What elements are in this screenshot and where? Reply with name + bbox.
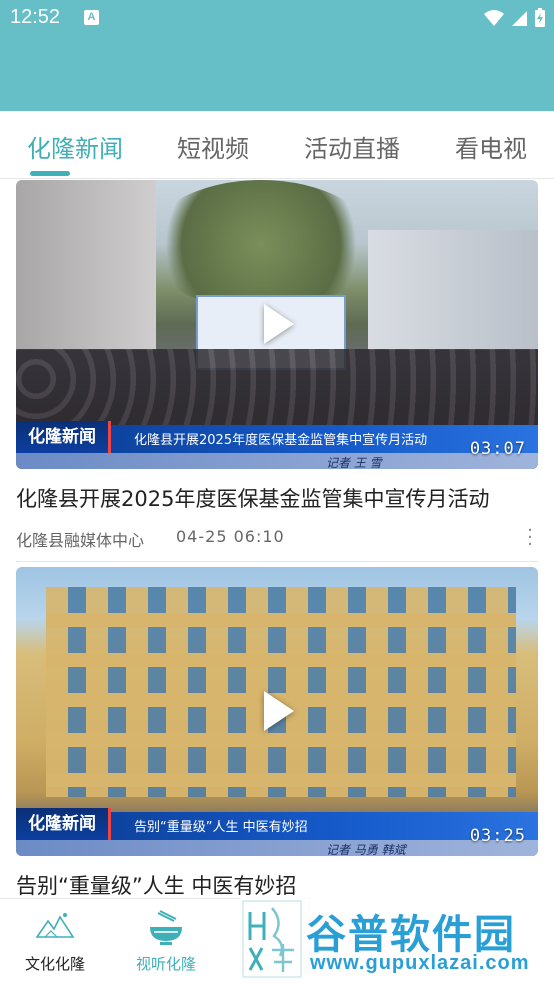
video-card[interactable]: 化隆新闻 化隆县开展2025年度医保基金监管集中宣传月活动 记者 王 雪 03:… bbox=[16, 180, 538, 562]
notification-icon: A bbox=[84, 10, 99, 25]
mountain-icon bbox=[35, 913, 75, 938]
more-options-icon[interactable]: · · · bbox=[524, 522, 536, 554]
bowl-icon bbox=[150, 910, 182, 945]
video-title[interactable]: 告别“重量级”人生 中医有妙招 bbox=[16, 870, 538, 897]
play-icon[interactable] bbox=[264, 691, 294, 731]
news-lower-third: 化隆新闻 告别“重量级”人生 中医有妙招 记者 马勇 韩斌 bbox=[16, 808, 538, 856]
tab-short-video[interactable]: 短视频 bbox=[177, 129, 249, 164]
video-title[interactable]: 化隆县开展2025年度医保基金监管集中宣传月活动 bbox=[16, 483, 538, 513]
status-bar: 12:52 A bbox=[0, 0, 554, 38]
signal-icon bbox=[512, 11, 527, 26]
tab-live-events[interactable]: 活动直播 bbox=[304, 129, 400, 164]
divider bbox=[16, 561, 538, 562]
video-thumbnail[interactable]: 化隆新闻 告别“重量级”人生 中医有妙招 记者 马勇 韩斌 03:25 bbox=[16, 567, 538, 856]
lower-third-title: 告别“重量级”人生 中医有妙招 bbox=[134, 820, 308, 835]
thumbnail-building bbox=[16, 180, 156, 350]
category-tabs: 化隆新闻 短视频 活动直播 看电视 bbox=[0, 111, 554, 179]
lower-third-reporter: 记者 王 雪 bbox=[326, 456, 382, 469]
video-meta: 化隆县融媒体中心 04-25 06:10 · · · bbox=[16, 522, 538, 554]
video-card[interactable]: 化隆新闻 告别“重量级”人生 中医有妙招 记者 马勇 韩斌 03:25 告别“重… bbox=[16, 567, 538, 897]
lower-third-reporter: 记者 马勇 韩斌 bbox=[326, 843, 406, 856]
nav-label: 视听化隆 bbox=[135, 955, 196, 973]
play-icon[interactable] bbox=[264, 304, 294, 344]
header-band bbox=[0, 38, 554, 111]
news-logo: 化隆新闻 bbox=[16, 808, 111, 840]
thumbnail-building bbox=[368, 230, 538, 350]
video-time: 04-25 06:10 bbox=[176, 527, 285, 546]
news-feed[interactable]: 化隆新闻 化隆县开展2025年度医保基金监管集中宣传月活动 记者 王 雪 03:… bbox=[0, 180, 554, 897]
status-time: 12:52 bbox=[10, 6, 61, 28]
tab-huilong-news[interactable]: 化隆新闻 bbox=[27, 129, 123, 164]
thumbnail-tree bbox=[146, 180, 376, 310]
watermark-url: www.gupuxlazai.com bbox=[310, 952, 530, 974]
watermark: 谷普软件园 www.gupuxlazai.com bbox=[240, 896, 554, 984]
thumbnail-crowd bbox=[16, 349, 538, 429]
nav-label: 文化化隆 bbox=[24, 955, 85, 973]
status-icons bbox=[484, 8, 546, 28]
news-lower-third: 化隆新闻 化隆县开展2025年度医保基金监管集中宣传月活动 记者 王 雪 bbox=[16, 421, 538, 469]
video-duration: 03:25 bbox=[469, 826, 526, 846]
battery-icon bbox=[535, 8, 545, 27]
watermark-logo-icon bbox=[242, 900, 302, 978]
nav-culture-huilong[interactable]: 文化化隆 bbox=[10, 907, 100, 974]
tab-watch-tv[interactable]: 看电视 bbox=[455, 129, 527, 164]
video-thumbnail[interactable]: 化隆新闻 化隆县开展2025年度医保基金监管集中宣传月活动 记者 王 雪 03:… bbox=[16, 180, 538, 469]
nav-audio-visual-huilong[interactable]: 视听化隆 bbox=[121, 907, 211, 974]
tab-indicator bbox=[30, 171, 70, 176]
lower-third-title: 化隆县开展2025年度医保基金监管集中宣传月活动 bbox=[134, 433, 428, 448]
wifi-icon bbox=[484, 10, 504, 26]
video-source: 化隆县融媒体中心 bbox=[16, 531, 145, 550]
video-duration: 03:07 bbox=[469, 439, 526, 459]
news-logo: 化隆新闻 bbox=[16, 421, 111, 453]
